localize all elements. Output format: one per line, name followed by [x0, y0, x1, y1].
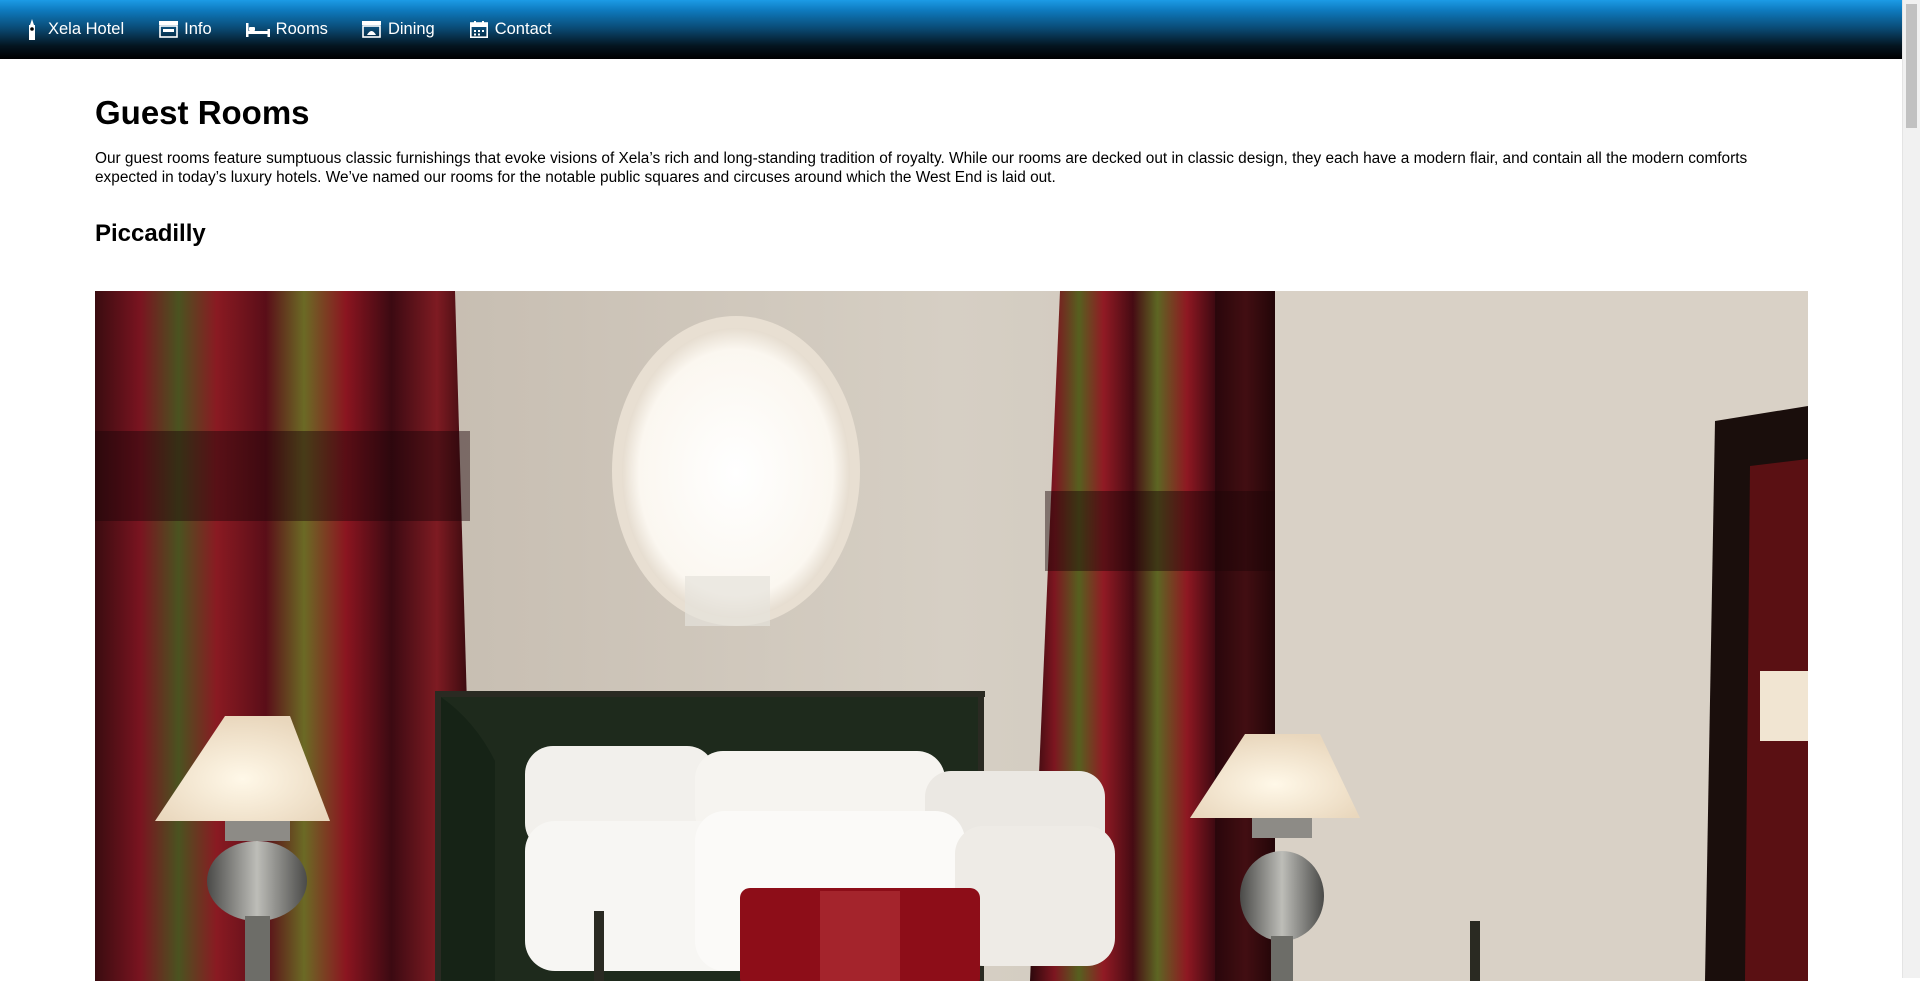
top-navbar: Xela Hotel Info Rooms Dining Contact: [0, 0, 1902, 59]
nav-label: Rooms: [275, 20, 328, 38]
nav-item-xela-hotel[interactable]: Xela Hotel: [22, 0, 124, 59]
scrollbar-thumb[interactable]: [1906, 4, 1917, 128]
calendar-icon: [469, 19, 489, 41]
room-photo-piccadilly: [95, 291, 1808, 981]
bed-icon: [245, 19, 270, 41]
nav-item-rooms[interactable]: Rooms: [245, 0, 328, 59]
nav-label: Info: [184, 20, 212, 38]
nav-label: Dining: [387, 20, 435, 38]
bigben-icon: [22, 18, 42, 41]
nav-label: Xela Hotel: [48, 20, 125, 38]
room-heading-piccadilly: Piccadilly: [95, 220, 206, 247]
info-building-icon: [158, 19, 178, 41]
main-content: Guest Rooms Our guest rooms feature sump…: [95, 59, 1808, 248]
intro-paragraph: Our guest rooms feature sumptuous classi…: [95, 150, 1748, 186]
nav-item-dining[interactable]: Dining: [362, 0, 435, 59]
nav-item-info[interactable]: Info: [158, 0, 212, 59]
page-title: Guest Rooms: [95, 94, 310, 131]
vertical-scrollbar[interactable]: [1902, 0, 1920, 978]
dining-icon: [362, 19, 382, 41]
nav-item-contact[interactable]: Contact: [469, 0, 552, 59]
nav-label: Contact: [494, 20, 552, 38]
